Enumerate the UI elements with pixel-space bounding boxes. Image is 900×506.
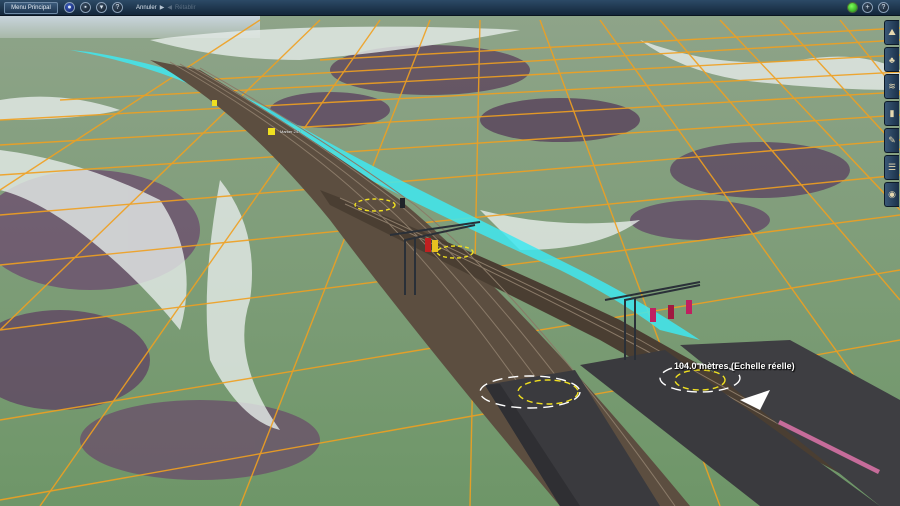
help-icon[interactable]: ? <box>878 2 889 13</box>
right-tool-panel: ⛰ ♣ ≋ ▮ ✎ ☰ ◉ <box>884 20 900 209</box>
globe-icon[interactable]: ● <box>64 2 75 13</box>
save-icon[interactable]: ▪ <box>80 2 91 13</box>
undo-button[interactable]: Annuler <box>136 5 157 11</box>
add-icon[interactable]: + <box>862 2 873 13</box>
3d-viewport[interactable]: 104.0 mètres (Echelle réelle) Marker 247 <box>0 0 900 506</box>
track-tool-icon[interactable]: ≋ <box>884 74 899 99</box>
top-toolbar: Menu Principal ● ▪ ▾ ? Annuler ▶ ◀ Rétab… <box>0 0 900 16</box>
terrain-scene <box>0 0 900 506</box>
main-menu-button[interactable]: Menu Principal <box>4 1 58 14</box>
settings-tool-icon[interactable]: ◉ <box>884 182 899 207</box>
info-icon[interactable]: ? <box>112 2 123 13</box>
layers-tool-icon[interactable]: ☰ <box>884 155 899 180</box>
distance-measurement-label: 104.0 mètres (Echelle réelle) <box>674 361 795 371</box>
lock-icon[interactable]: ▾ <box>96 2 107 13</box>
trackside-tool-icon[interactable]: ▮ <box>884 101 899 126</box>
toolbar-right-group: + ? <box>847 2 894 13</box>
terrain-tool-icon[interactable]: ⛰ <box>884 20 899 45</box>
topology-tool-icon[interactable]: ✎ <box>884 128 899 153</box>
marker-label: Marker 247 <box>280 129 301 134</box>
status-indicator-icon[interactable] <box>847 2 858 13</box>
redo-arrow-icon[interactable]: ◀ <box>167 4 172 11</box>
undo-arrow-icon[interactable]: ▶ <box>160 4 165 11</box>
redo-button[interactable]: Rétablir <box>175 5 196 11</box>
scenery-tool-icon[interactable]: ♣ <box>884 47 899 72</box>
